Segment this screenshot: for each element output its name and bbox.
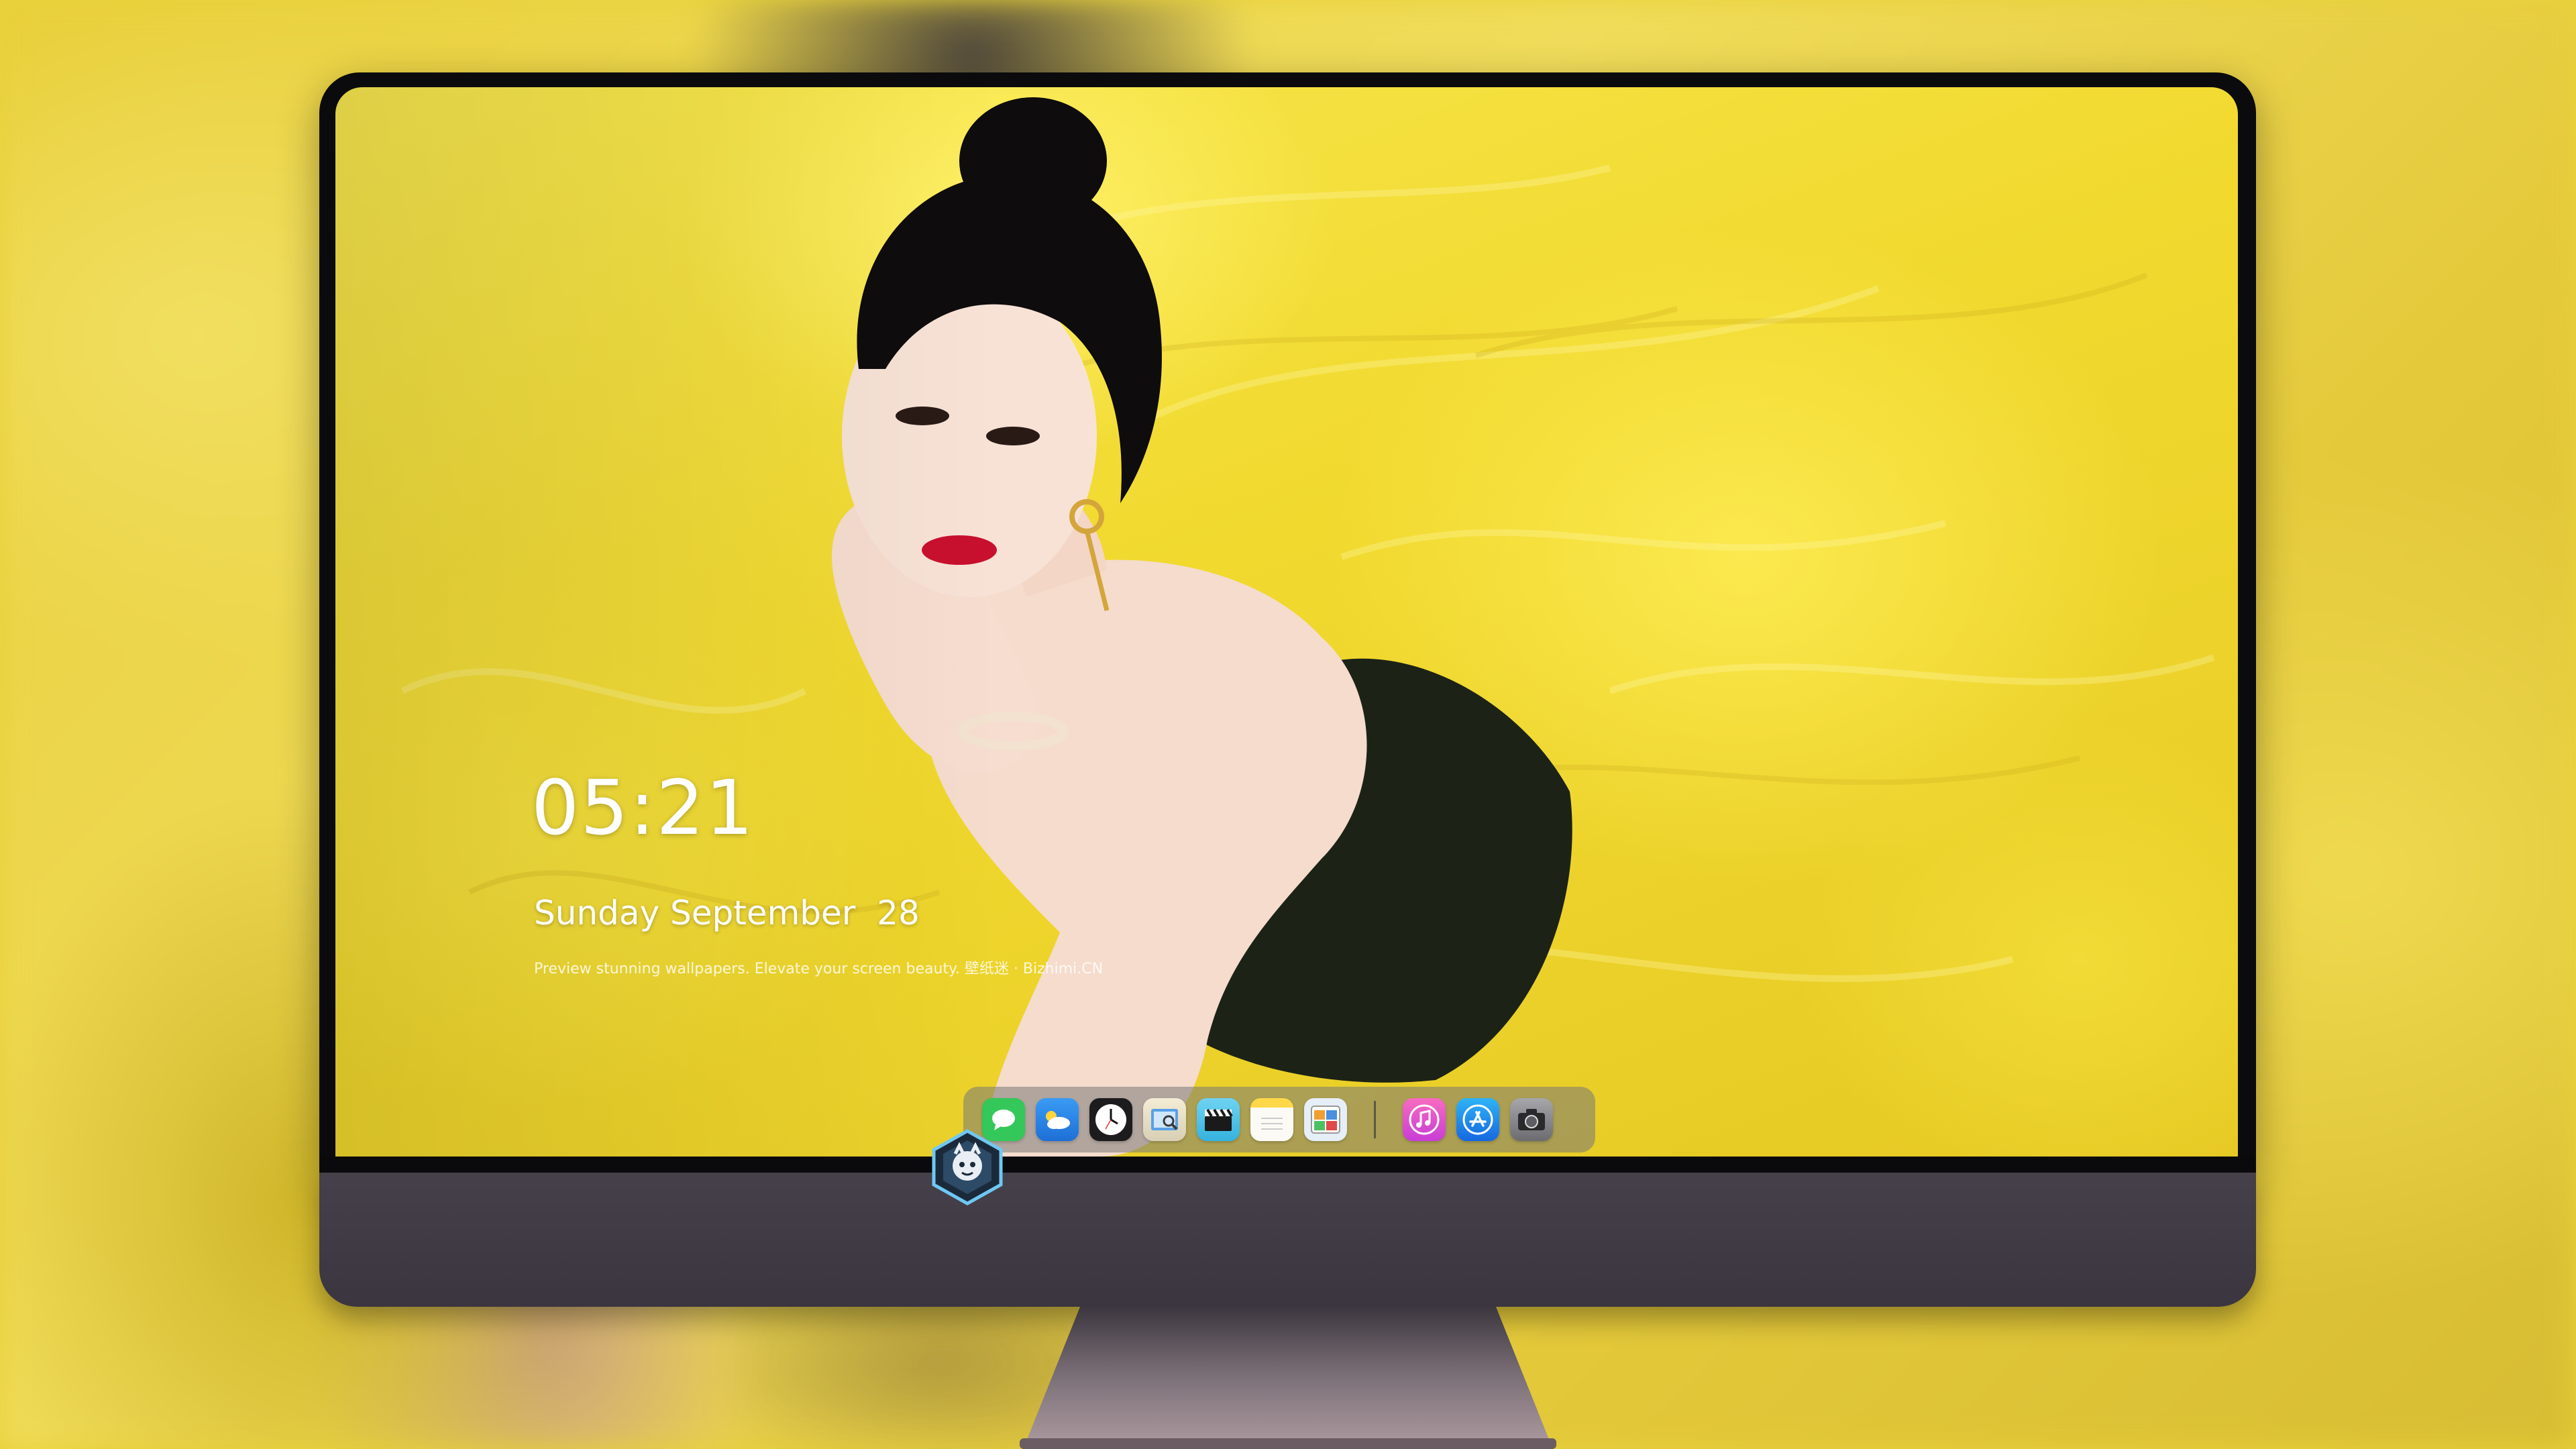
music-icon[interactable] bbox=[1403, 1098, 1446, 1141]
monitor-stand bbox=[1020, 1307, 1556, 1449]
brand-logo-icon bbox=[932, 1129, 1003, 1205]
monitor-chin bbox=[319, 1173, 2256, 1307]
dock-separator bbox=[1374, 1101, 1376, 1138]
wallpaper-tagline: Preview stunning wallpapers. Elevate you… bbox=[534, 961, 1104, 977]
weather-icon[interactable] bbox=[1036, 1098, 1079, 1141]
screen: 05:21 Sunday September 28 Preview stunni… bbox=[335, 87, 2238, 1157]
wallpaper-portrait bbox=[400, 97, 2215, 1157]
photo-booth-icon[interactable] bbox=[1304, 1098, 1347, 1141]
video-clapper-icon[interactable] bbox=[1197, 1098, 1240, 1141]
lockscreen-date: Sunday September 28 bbox=[534, 894, 920, 932]
monitor-bezel: 05:21 Sunday September 28 Preview stunni… bbox=[319, 72, 2256, 1173]
camera-icon[interactable] bbox=[1510, 1098, 1553, 1141]
clock-icon[interactable] bbox=[1089, 1098, 1132, 1141]
notes-icon[interactable] bbox=[1250, 1098, 1293, 1141]
dock bbox=[963, 1087, 1595, 1152]
monitor: 05:21 Sunday September 28 Preview stunni… bbox=[319, 72, 2256, 1307]
app-store-icon[interactable] bbox=[1456, 1098, 1499, 1141]
preview-icon[interactable] bbox=[1143, 1098, 1186, 1141]
lockscreen-time: 05:21 bbox=[531, 765, 755, 852]
